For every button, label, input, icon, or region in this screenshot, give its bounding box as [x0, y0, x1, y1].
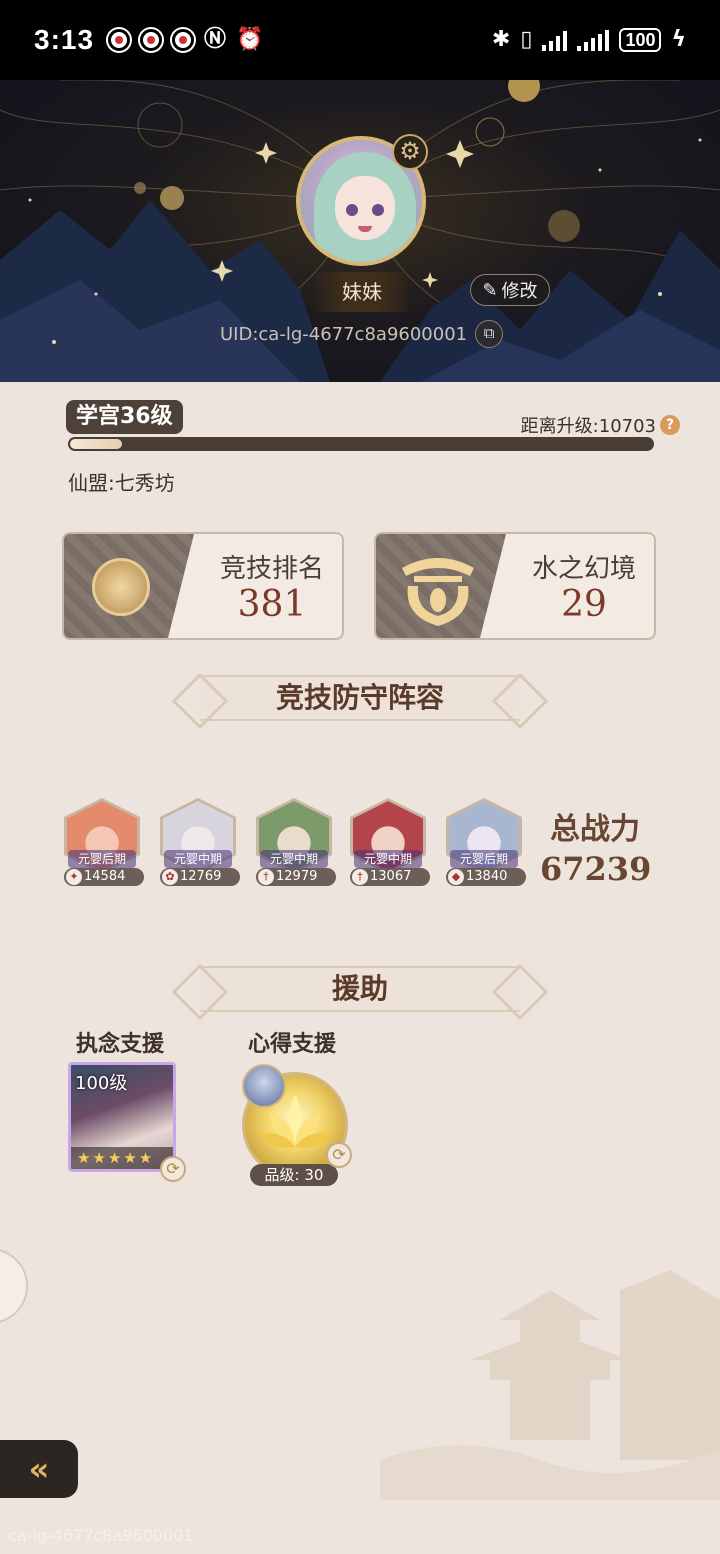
alarm-icon: ⏰: [236, 27, 264, 52]
edit-button-label: 修改: [501, 281, 538, 302]
water-illusion-card[interactable]: 水之幻境 29: [374, 532, 656, 640]
water-illusion-value: 29: [561, 584, 607, 625]
uid-text: UID:ca-lg-4677c8a9600001: [220, 323, 468, 345]
vibrate-icon: ▯: [520, 27, 533, 52]
player-name: 妹妹: [316, 272, 408, 312]
arena-rank-label: 竞技排名: [219, 554, 324, 584]
hero-power-value: 13840: [466, 869, 508, 884]
swap-icon[interactable]: ⟳: [326, 1142, 352, 1168]
defense-lineup-title: 竞技防守阵容: [170, 675, 550, 721]
uid-row: UID:ca-lg-4677c8a9600001 ⧉: [220, 318, 530, 350]
hero-power-value: 14584: [84, 869, 126, 884]
star-rating: ★★★★★: [71, 1147, 173, 1169]
profile-banner: ⚙ 妹妹 ✎ 修改 UID:ca-lg-4677c8a9600001 ⧉: [0, 80, 720, 382]
avatar-settings-gear-icon[interactable]: ⚙: [392, 134, 428, 170]
app-notification-icon: [140, 29, 163, 51]
hero-slot[interactable]: 元婴中期 ✿ 12769: [160, 798, 240, 886]
notification-icons: Ⓝ ⏰: [108, 29, 263, 51]
help-icon[interactable]: ?: [660, 415, 680, 435]
arena-rank-value: 381: [237, 584, 307, 625]
hero-slot[interactable]: 元婴中期 † 12979: [256, 798, 336, 886]
hero-power-value: 12769: [180, 869, 222, 884]
hero-power: ✦ 14584: [64, 868, 144, 886]
hero-power: † 12979: [256, 868, 336, 886]
water-element-icon: ◆: [448, 869, 464, 885]
pencil-icon: ✎: [482, 279, 498, 301]
level-up-distance: 距离升级:10703 ?: [521, 412, 680, 438]
swap-icon[interactable]: ⟳: [160, 1156, 186, 1182]
gate-emblem-icon: [402, 558, 474, 626]
obsession-support-card[interactable]: 100级 ★★★★★: [68, 1062, 176, 1172]
system-icons: ✱ ▯ 100 ϟ: [492, 28, 686, 52]
fire-element-icon: ✦: [66, 869, 82, 885]
hero-power: † 13067: [350, 868, 430, 886]
academy-level-badge: 学宫36级: [66, 400, 183, 434]
signal-icon: [542, 29, 568, 51]
arena-emblem-icon: [92, 558, 150, 616]
insight-grade: 品级: 30: [250, 1164, 338, 1186]
hero-realm: 元婴中期: [260, 850, 328, 868]
obsession-support-label: 执念支援: [76, 1032, 165, 1057]
hero-power-value: 13067: [370, 869, 412, 884]
level-progress-bar: [68, 437, 654, 451]
total-power-label: 总战力: [550, 812, 640, 847]
back-arrow-icon: «: [28, 1450, 50, 1488]
hero-power: ◆ 13840: [446, 868, 526, 886]
defense-lineup-title-text: 竞技防守阵容: [275, 681, 444, 714]
obsession-support-level: 100级: [75, 1073, 128, 1094]
status-time: 3:13: [34, 24, 95, 55]
hero-slot[interactable]: 元婴后期 ✦ 14584: [64, 798, 144, 886]
assist-title-text: 援助: [331, 972, 388, 1005]
insight-hero-avatar: [242, 1064, 286, 1108]
hero-slot[interactable]: 元婴中期 † 13067: [350, 798, 430, 886]
hero-realm: 元婴后期: [450, 850, 518, 868]
guild-name: 仙盟:七秀坊: [68, 471, 175, 495]
app-notification-icon: [108, 29, 131, 51]
copy-uid-icon[interactable]: ⧉: [475, 320, 504, 348]
sword-element-icon: †: [352, 869, 368, 885]
back-button[interactable]: «: [0, 1440, 78, 1498]
arena-rank-card[interactable]: 竞技排名 381: [62, 532, 344, 640]
water-illusion-label: 水之幻境: [531, 554, 636, 584]
hero-power: ✿ 12769: [160, 868, 240, 886]
assist-title: 援助: [170, 966, 550, 1012]
hero-realm: 元婴后期: [68, 850, 136, 868]
nfc-icon: Ⓝ: [204, 27, 227, 52]
signal-icon: [577, 29, 610, 51]
floating-side-button[interactable]: [0, 1248, 28, 1324]
sword-element-icon: †: [258, 869, 274, 885]
pavilion-decoration: [380, 1270, 720, 1500]
hero-realm: 元婴中期: [164, 850, 232, 868]
hero-slot[interactable]: 元婴后期 ◆ 13840: [446, 798, 526, 886]
hero-power-value: 12979: [276, 869, 318, 884]
uid-watermark: ca-lg-4677c8a9600001: [8, 1526, 194, 1545]
level-up-distance-text: 距离升级:10703: [520, 416, 656, 437]
hero-realm: 元婴中期: [354, 850, 422, 868]
total-power: 总战力 67239: [540, 804, 652, 888]
level-progress-fill: [70, 439, 123, 449]
status-bar: 3:13 Ⓝ ⏰ ✱ ▯ 100 ϟ: [0, 0, 720, 80]
insight-support-label: 心得支援: [248, 1032, 337, 1057]
bluetooth-icon: ✱: [491, 27, 511, 52]
charging-icon: ϟ: [671, 27, 686, 52]
total-power-value: 67239: [540, 850, 652, 888]
edit-name-button[interactable]: ✎ 修改: [470, 274, 550, 306]
wood-element-icon: ✿: [162, 869, 178, 885]
battery-icon: 100: [619, 28, 662, 52]
app-notification-icon: [172, 29, 195, 51]
